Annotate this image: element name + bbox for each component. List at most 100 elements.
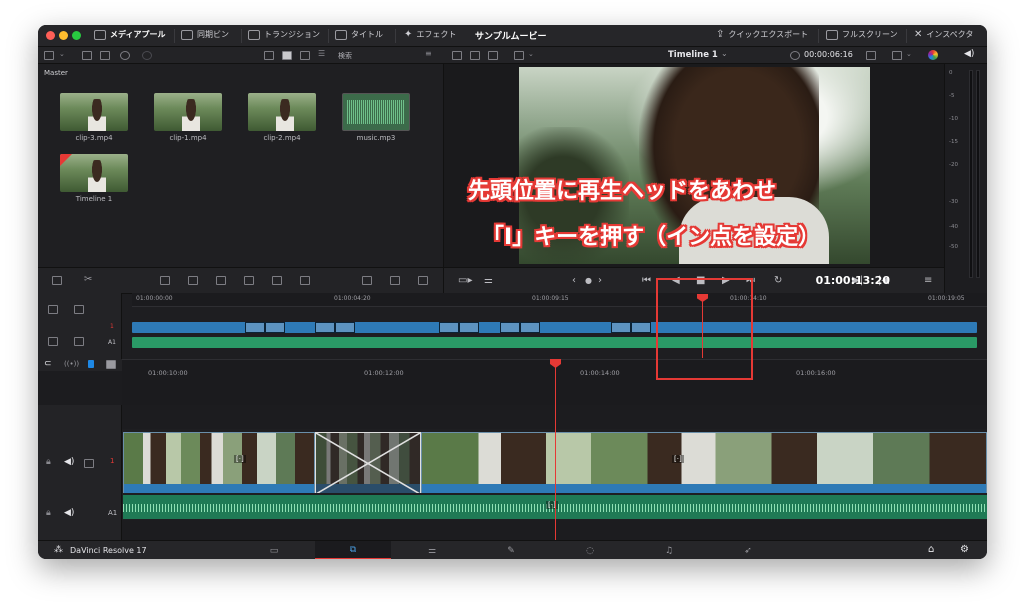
lock-icon[interactable]: 🔒︎ [46, 508, 51, 518]
loop-icon[interactable]: ↻ [774, 275, 782, 286]
linked-selection-icon[interactable]: ((•)) [64, 360, 79, 368]
list-view-icon[interactable]: ☰ [318, 49, 328, 58]
scissors-icon[interactable]: ✂ [84, 274, 92, 285]
import-icon[interactable] [82, 51, 92, 60]
selection-tool-icon[interactable] [74, 305, 84, 314]
viewer-layout-icon[interactable] [470, 51, 480, 60]
gear-icon[interactable]: ⚙ [960, 544, 969, 555]
prev-clip-icon[interactable]: ‹ [572, 275, 576, 286]
deliver-page-tab[interactable]: ➶ [710, 541, 786, 559]
media-clip[interactable]: clip-3.mp4 [60, 93, 128, 142]
timeline-playhead[interactable] [555, 359, 556, 540]
chevron-down-icon[interactable]: ⌄ [721, 49, 728, 58]
overview-ruler[interactable]: 01:00:00:00 01:00:04:20 01:00:09:15 01:0… [132, 293, 987, 307]
cross-dissolve-transition[interactable] [315, 432, 421, 495]
place-on-top-icon[interactable] [272, 276, 282, 285]
overview-transition[interactable] [439, 322, 479, 333]
menu-icon[interactable]: ≡ [924, 275, 932, 286]
audio-scrub-icon[interactable] [866, 51, 876, 60]
timeline-name[interactable]: Timeline 1 [668, 50, 718, 60]
media-page-tab[interactable]: ▭ [236, 541, 312, 559]
overview-transition[interactable] [611, 322, 651, 333]
snapping-icon[interactable]: ⊂ [44, 359, 52, 369]
home-icon[interactable]: ⌂ [928, 544, 934, 555]
edit-page-tab[interactable]: ⚌ [394, 541, 470, 559]
cut-page-tab[interactable]: ⧉ [315, 541, 391, 559]
mixer-icon[interactable]: ⚌ [484, 275, 493, 286]
waveform-icon[interactable] [418, 276, 428, 285]
transitions-toggle[interactable]: トランジション [248, 29, 320, 40]
trim-tool-icon[interactable] [48, 305, 58, 314]
marker-dot-icon[interactable]: ● [585, 276, 592, 285]
grid-view-icon[interactable] [282, 51, 292, 60]
video-clip[interactable]: [·] [421, 432, 987, 495]
close-window-button[interactable] [46, 31, 55, 40]
overview-track-headers: 1 A1 [38, 293, 122, 359]
speaker-icon[interactable]: ◀) [64, 457, 74, 467]
bin-icon[interactable] [100, 51, 110, 60]
video-toggle-icon[interactable] [84, 459, 94, 468]
filmstrip-view-icon[interactable] [300, 51, 310, 60]
panel-toggle-icon[interactable] [44, 51, 54, 60]
overwrite-clip-icon[interactable] [188, 276, 198, 285]
overview-transition[interactable] [315, 322, 355, 333]
video-scope-icon[interactable] [488, 51, 498, 60]
track-height-icon[interactable] [48, 337, 58, 346]
chevron-down-icon[interactable]: ⌄ [528, 50, 538, 59]
media-pool-toggle[interactable]: メディアプール [94, 29, 165, 40]
video-clip[interactable]: [·] [123, 432, 315, 495]
next-clip-icon[interactable]: › [598, 275, 602, 286]
aspect-icon[interactable] [514, 51, 524, 60]
overview-transition[interactable] [500, 322, 540, 333]
insert-clip-icon[interactable] [160, 276, 170, 285]
sync-bin-icon [181, 29, 193, 40]
fairlight-page-tab[interactable]: ♫ [631, 541, 707, 559]
fusion-page-tab[interactable]: ✎ [473, 541, 549, 559]
jump-to-start-icon[interactable]: ⏮ [642, 275, 651, 286]
viewer-mode-icon[interactable] [452, 51, 462, 60]
color-page-icon: ◌ [586, 545, 594, 556]
search-field[interactable]: 検索 [338, 51, 352, 61]
sync-bin-toggle[interactable]: 同期ビン [181, 29, 229, 40]
lock-icon[interactable]: 🔒︎ [46, 457, 51, 467]
overlay-icon[interactable] [892, 51, 902, 60]
ripple-icon[interactable] [52, 276, 62, 285]
flag-icon[interactable] [88, 360, 94, 368]
color-wheel-icon[interactable] [928, 50, 938, 60]
fit-to-fill-icon[interactable] [244, 276, 254, 285]
split-icon[interactable] [362, 276, 372, 285]
overview-transition[interactable] [245, 322, 285, 333]
sort-icon[interactable]: ≡ [425, 49, 435, 58]
chevron-down-icon[interactable]: ⌄ [906, 50, 916, 59]
minimize-window-button[interactable] [59, 31, 68, 40]
speaker-icon[interactable]: ◀) [64, 508, 74, 518]
replace-clip-icon[interactable] [216, 276, 226, 285]
append-clip-icon[interactable] [300, 276, 310, 285]
current-timecode[interactable]: 01:00:13:20 [816, 274, 890, 287]
ruler-timecode: 01:00:00:00 [136, 295, 173, 302]
volume-icon[interactable]: ◀) [964, 49, 974, 59]
track-options-icon[interactable] [74, 337, 84, 346]
chevron-down-icon[interactable]: ⌄ [59, 50, 69, 59]
quick-export-button[interactable]: ⇪ クイックエクスポート [716, 29, 808, 40]
fullscreen-button[interactable]: フルスクリーン [826, 29, 898, 40]
media-clip[interactable]: music.mp3 [342, 93, 410, 142]
effects-toggle[interactable]: ✦ エフェクト [404, 29, 456, 40]
overview-audio-track[interactable] [132, 337, 977, 348]
image-icon[interactable] [390, 276, 400, 285]
media-clip[interactable]: clip-1.mp4 [154, 93, 222, 142]
zoom-window-button[interactable] [72, 31, 81, 40]
thumbnail-view-icon[interactable] [264, 51, 274, 60]
inspector-button[interactable]: ✕ インスペクタ [914, 29, 973, 40]
duration-timecode: 00:00:06:16 [804, 50, 853, 59]
media-clip[interactable]: clip-2.mp4 [248, 93, 316, 142]
color-page-tab[interactable]: ◌ [552, 541, 628, 559]
marker-icon[interactable] [106, 360, 116, 369]
settings-icon[interactable] [142, 51, 152, 60]
link-icon[interactable] [120, 51, 130, 60]
media-timeline-item[interactable]: Timeline 1 [60, 154, 128, 203]
titles-toggle[interactable]: タイトル [335, 29, 383, 40]
source-mode-icon[interactable]: ▭▸ [458, 275, 472, 286]
export-icon: ⇪ [716, 29, 725, 40]
transition-marker-icon: [·] [672, 455, 684, 463]
